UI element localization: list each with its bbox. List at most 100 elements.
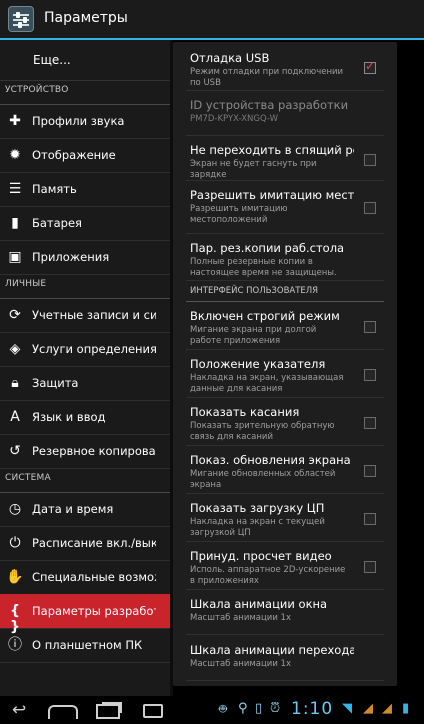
show-touches-row[interactable]: Показать касания Показать зрительную обр… xyxy=(186,398,384,446)
sidebar-item-developer-options[interactable]: { }Параметры разработчика xyxy=(0,594,170,635)
usb-icon: ⚲ xyxy=(238,701,248,716)
desktop-backup-password-row[interactable]: Пар. рез.копии раб.стола Полные резервны… xyxy=(186,234,384,281)
sidebar-item-security[interactable]: 🔒︎ Защита xyxy=(0,366,170,401)
battery-icon: ▮ xyxy=(11,215,19,231)
row-title: Показать касания xyxy=(190,405,300,419)
sidebar-item-location[interactable]: ◈Услуги определения местоположения xyxy=(0,332,170,367)
sidebar-item-more[interactable]: Еще... xyxy=(0,40,170,81)
row-summary: Полные резервные копии в настоящее время… xyxy=(190,257,337,278)
location-icon: ◈ xyxy=(9,341,21,357)
row-title: Показать загрузку ЦП xyxy=(190,501,325,515)
row-title: Шкала анимации перехода xyxy=(190,643,354,657)
screenshot-icon[interactable] xyxy=(143,704,163,718)
row-title: Показ. обновления экрана xyxy=(190,453,351,467)
sidebar-section-header: ЛИЧНЫЕ xyxy=(0,274,170,299)
show-touches-checkbox[interactable] xyxy=(364,417,376,429)
storage-icon: ☰ xyxy=(8,181,22,197)
sidebar-item-accessibility[interactable]: ✋Специальные возможности xyxy=(0,560,170,595)
show-cpu-usage-checkbox[interactable] xyxy=(364,513,376,525)
strict-mode-checkbox[interactable] xyxy=(364,321,376,333)
show-screen-updates-checkbox[interactable] xyxy=(364,465,376,477)
row-title: Разрешить имитацию местоположения xyxy=(190,188,354,202)
info-icon: ⓘ xyxy=(8,637,22,653)
system-bar: ↩ 🤖︎ ⚲ ▯ ⏰︎ 1:10 ◥ ◢ ◢ ▮ xyxy=(0,696,424,724)
battery-status-icon: ▮ xyxy=(402,701,410,716)
row-title: Не переходить в спящий режим xyxy=(190,143,354,157)
back-icon[interactable]: ↩ xyxy=(12,700,26,720)
settings-sidebar: Еще... УСТРОЙСТВО ✚ Профили звука ✹ Отобра… xyxy=(0,40,170,696)
sd-card-icon: ▯ xyxy=(255,701,263,716)
row-summary: Разрешить имитацию местоположений xyxy=(190,204,288,225)
force-gpu-rendering-row[interactable]: Принуд. просчет видео Исполь. аппаратное… xyxy=(186,542,384,590)
row-summary: Исполь. аппаратное 2D-ускорение в прилож… xyxy=(190,565,346,586)
force-gpu-rendering-checkbox[interactable] xyxy=(364,561,376,573)
sidebar-item-display[interactable]: ✹ Отображение xyxy=(0,138,170,173)
mock-locations-checkbox[interactable] xyxy=(364,202,376,214)
window-animation-scale-row[interactable]: Шкала анимации окна Масштаб анимации 1x xyxy=(186,590,384,635)
sidebar-item-battery[interactable]: ▮ Батарея xyxy=(0,206,170,241)
show-screen-updates-row[interactable]: Показ. обновления экрана Мигание обновле… xyxy=(186,446,384,494)
backup-icon: ↺ xyxy=(9,443,21,459)
stay-awake-row[interactable]: Не переходить в спящий режим Экран не бу… xyxy=(186,136,384,181)
settings-app-icon[interactable] xyxy=(8,6,34,32)
strict-mode-row[interactable]: Включен строгий режим Мигание экрана при… xyxy=(186,302,384,350)
transition-animation-scale-row[interactable]: Шкала анимации перехода Масштаб анимации… xyxy=(186,636,384,681)
device-id-row: ID устройства разработки PM7D-KPYX-XNGQ-… xyxy=(186,91,384,136)
power-schedule-icon: ⏻ xyxy=(9,535,21,551)
row-title: Включен строгий режим xyxy=(190,309,340,323)
usb-debugging-checkbox[interactable] xyxy=(364,59,376,74)
row-title: Шкала анимации окна xyxy=(190,597,328,611)
pointer-location-checkbox[interactable] xyxy=(364,369,376,381)
row-summary: Масштаб анимации 1x xyxy=(190,613,291,623)
sidebar-item-accounts-sync[interactable]: ⟳Учетные записи и синхронизация xyxy=(0,298,170,333)
row-summary: Экран не будет гаснуть при зарядке xyxy=(190,159,317,180)
android-debug-icon: 🤖︎ xyxy=(219,702,227,717)
sidebar-item-date-time[interactable]: ◷ Дата и время xyxy=(0,492,170,527)
row-summary: Накладка на экран с текущей загрузкой ЦП xyxy=(190,517,325,538)
sidebar-item-storage[interactable]: ☰ Память xyxy=(0,172,170,207)
wifi-icon: ◥ xyxy=(342,701,352,716)
mock-locations-row[interactable]: Разрешить имитацию местоположения Разреш… xyxy=(186,181,384,234)
alarm-icon: ⏰︎ xyxy=(270,701,281,716)
developer-options-list: Отладка USB Режим отладки при подключени… xyxy=(173,42,397,686)
sidebar-item-label: Еще... xyxy=(33,53,71,67)
pointer-location-row[interactable]: Положение указателя Накладка на экран, у… xyxy=(186,350,384,398)
row-title: ID устройства разработки xyxy=(190,98,349,112)
row-summary: Мигание экрана при долгой работе приложе… xyxy=(190,325,317,346)
row-title: Пар. рез.копии раб.стола xyxy=(190,241,345,255)
sidebar-item-language[interactable]: A Язык и ввод xyxy=(0,400,170,435)
row-title: Положение указателя xyxy=(190,357,326,371)
stay-awake-checkbox[interactable] xyxy=(364,154,376,166)
recent-apps-icon[interactable] xyxy=(96,704,120,719)
row-summary: Накладка на экран, указывающая данные дл… xyxy=(190,373,344,394)
developer-braces-icon: { } xyxy=(10,603,20,635)
ui-section-header: ИНТЕРФЕЙС ПОЛЬЗОВАТЕЛЯ xyxy=(186,283,384,302)
usb-debugging-row[interactable]: Отладка USB Режим отладки при подключени… xyxy=(186,44,384,91)
row-summary: Мигание обновленных областей экрана xyxy=(190,469,336,490)
language-icon: A xyxy=(10,409,20,425)
signal-icon: ◢ xyxy=(363,701,373,716)
sync-icon: ⟳ xyxy=(9,307,21,323)
sidebar-item-power-schedule[interactable]: ⏻ Расписание вкл./выкл. xyxy=(0,526,170,561)
sidebar-section-header: УСТРОЙСТВО xyxy=(0,80,170,105)
sidebar-item-apps[interactable]: ▣ Приложения xyxy=(0,240,170,275)
clock: 1:10 xyxy=(291,699,334,719)
row-summary: PM7D-KPYX-XNGQ-W xyxy=(190,114,279,124)
display-icon: ✹ xyxy=(9,147,21,163)
sidebar-item-sound-profiles[interactable]: ✚ Профили звука xyxy=(0,104,170,139)
row-title: Отладка USB xyxy=(190,51,270,65)
home-icon[interactable] xyxy=(48,705,78,719)
action-bar: Параметры xyxy=(0,0,424,40)
accessibility-icon: ✋ xyxy=(6,569,24,585)
sidebar-section-header: СИСТЕМА xyxy=(0,468,170,493)
show-cpu-usage-row[interactable]: Показать загрузку ЦП Накладка на экран с… xyxy=(186,494,384,542)
row-title: Принуд. просчет видео xyxy=(190,549,332,563)
row-summary: Режим отладки при подключении по USB xyxy=(190,67,344,88)
clock-icon: ◷ xyxy=(8,501,22,517)
lock-icon: 🔒︎ xyxy=(11,375,19,391)
sound-profile-icon: ✚ xyxy=(9,113,21,129)
sidebar-item-backup[interactable]: ↺Резервное копирование и сброс xyxy=(0,434,170,469)
page-title: Параметры xyxy=(44,10,128,26)
sidebar-item-about-tablet[interactable]: ⓘ О планшетном ПК xyxy=(0,628,170,663)
apps-icon: ▣ xyxy=(8,249,22,265)
